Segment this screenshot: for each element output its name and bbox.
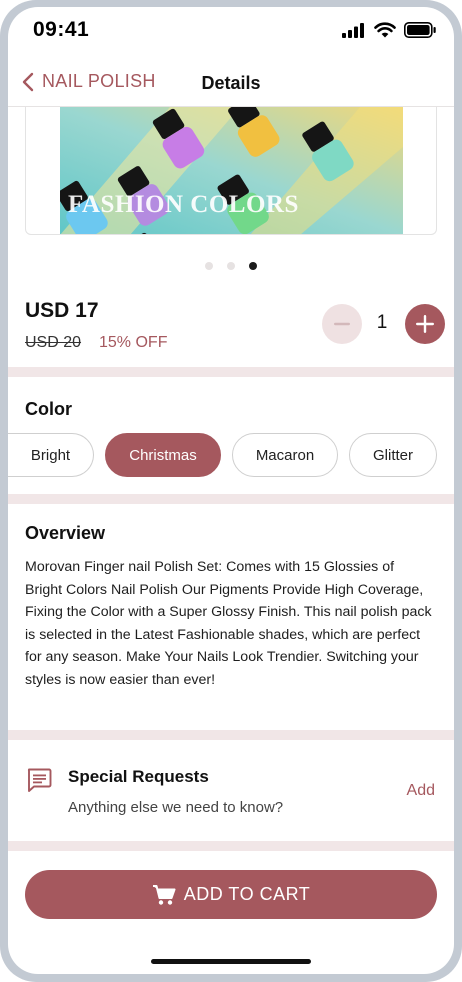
color-section-title: Color [25, 399, 72, 419]
decrease-quantity-button[interactable] [322, 304, 362, 344]
product-image-card[interactable]: FASHION COLORS [25, 107, 437, 235]
wifi-icon [374, 22, 396, 38]
quantity-value: 1 [376, 312, 388, 333]
section-divider [8, 841, 454, 851]
product-price: USD 17 [25, 299, 99, 322]
pager-dot[interactable] [205, 262, 213, 270]
color-chip-bright[interactable]: Bright [8, 433, 94, 477]
home-indicator[interactable] [151, 959, 311, 964]
overview-title: Overview [25, 523, 106, 543]
discount-label: 15% OFF [99, 334, 168, 351]
cart-icon [152, 884, 176, 905]
special-requests-subtitle: Anything else we need to know? [68, 799, 284, 816]
device-frame: 09:41 NAIL POLISH Details FASHION COLORS… [0, 0, 462, 982]
add-to-cart-button[interactable]: ADD TO CART [25, 870, 437, 919]
color-chip-christmas[interactable]: Christmas [105, 433, 221, 477]
section-divider [8, 494, 454, 504]
signal-icon [342, 22, 364, 38]
quantity-stepper: 1 [314, 304, 454, 344]
color-options: Bright Christmas Macaron Glitter [8, 433, 454, 477]
increase-quantity-button[interactable] [405, 304, 445, 344]
nav-header: NAIL POLISH Details [8, 63, 454, 107]
color-chip-macaron[interactable]: Macaron [232, 433, 338, 477]
plus-icon [416, 315, 434, 333]
image-pager[interactable] [8, 262, 454, 270]
overview-description: Morovan Finger nail Polish Set: Comes wi… [25, 559, 432, 688]
section-divider [8, 367, 454, 377]
image-caption: FASHION COLORS [68, 191, 299, 218]
status-time: 09:41 [33, 18, 90, 41]
color-chip-glitter[interactable]: Glitter [349, 433, 437, 477]
minus-icon [334, 322, 350, 326]
message-icon [27, 768, 52, 792]
section-divider [8, 730, 454, 740]
add-request-button[interactable]: Add [407, 782, 435, 800]
battery-icon [404, 22, 436, 38]
status-icons [342, 22, 436, 38]
product-image: FASHION COLORS [60, 107, 403, 234]
add-to-cart-label: ADD TO CART [183, 884, 311, 904]
original-price: USD 20 [25, 334, 82, 351]
phone-screen: 09:41 NAIL POLISH Details FASHION COLORS… [8, 7, 454, 974]
pager-dot-active[interactable] [249, 262, 257, 270]
page-title: Details [201, 73, 261, 93]
status-bar: 09:41 [8, 7, 454, 57]
special-requests-title: Special Requests [68, 767, 209, 786]
pager-dot[interactable] [227, 262, 235, 270]
